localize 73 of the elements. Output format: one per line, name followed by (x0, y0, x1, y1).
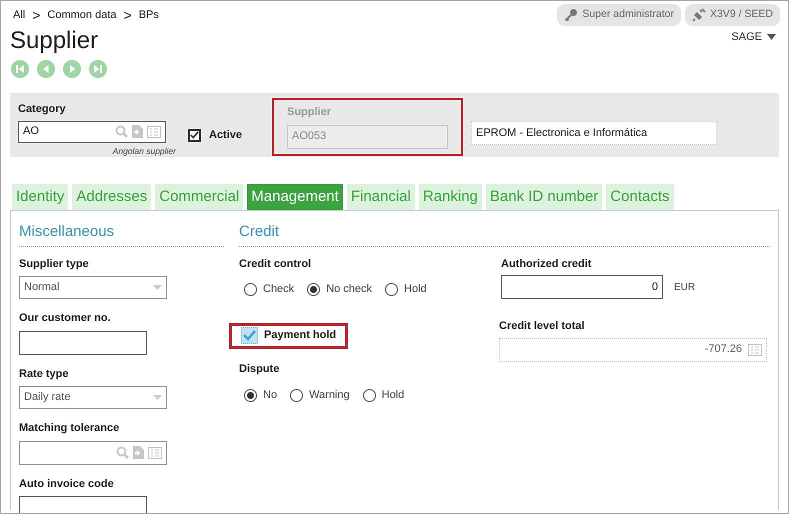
select-field[interactable]: Daily rate (19, 386, 167, 409)
document-arrow-icon[interactable] (133, 446, 144, 459)
user-badge[interactable]: Super administrator (557, 4, 681, 26)
key-icon (564, 8, 578, 22)
checkbox-label: Payment hold (264, 328, 336, 344)
tab[interactable]: Financial (346, 184, 415, 210)
first-record-icon[interactable] (11, 60, 29, 78)
search-icon[interactable] (115, 125, 128, 138)
checkbox-label: Active (209, 128, 242, 143)
field-label: Supplier type (19, 256, 90, 272)
radio-label: Check (263, 282, 294, 297)
field-label: Matching tolerance (19, 421, 120, 436)
readonly-field: -707.26 (499, 338, 767, 362)
radio-button[interactable] (244, 282, 257, 296)
section-title: Credit (239, 221, 770, 246)
tab[interactable]: Management (247, 184, 343, 210)
currency-label: EUR (674, 280, 696, 294)
list-icon[interactable] (148, 446, 162, 458)
select-field[interactable]: Normal (19, 276, 167, 299)
tab[interactable]: Bank ID number (486, 184, 602, 210)
field-label: Category (18, 102, 67, 117)
breadcrumb-separator: > (124, 8, 132, 22)
radio-label: No check (326, 282, 372, 297)
field-label: Credit level total (499, 319, 586, 334)
tab[interactable]: Contacts (606, 184, 674, 210)
document-arrow-icon[interactable] (132, 125, 143, 138)
company-menu[interactable]: SAGE (731, 29, 776, 46)
breadcrumb-link[interactable]: All (13, 7, 26, 24)
field-label: Supplier (287, 105, 332, 120)
caret-icon (767, 34, 776, 40)
radio-label: No (263, 388, 278, 403)
field-label: Credit control (239, 256, 312, 272)
last-record-icon[interactable] (89, 60, 107, 78)
field-label: Dispute (239, 362, 280, 376)
input-field[interactable] (19, 330, 147, 354)
user-badge[interactable]: X3V9 / SEED (684, 4, 780, 26)
search-icon[interactable] (116, 446, 129, 459)
radio-button[interactable] (307, 282, 320, 296)
plug-icon (692, 8, 706, 22)
breadcrumb-separator: > (32, 8, 40, 22)
tab[interactable]: Identity (12, 184, 68, 210)
tab[interactable]: Commercial (155, 184, 244, 210)
field-label: Rate type (19, 366, 70, 382)
dropdown-arrow-icon (153, 285, 162, 290)
previous-icon[interactable] (37, 60, 55, 78)
field-label: Authorized credit (501, 256, 592, 272)
radio-label: Warning (309, 388, 350, 403)
radio-button[interactable] (362, 388, 376, 402)
breadcrumb-link[interactable]: Common data (47, 7, 117, 24)
list-icon[interactable] (748, 344, 762, 356)
radio-label: Hold (404, 282, 427, 297)
tab[interactable]: Addresses (72, 184, 152, 210)
breadcrumb-link[interactable]: BPs (138, 7, 159, 24)
radio-button[interactable] (290, 388, 304, 402)
radio-button[interactable] (244, 388, 257, 402)
checkbox[interactable] (241, 327, 258, 344)
input-field[interactable] (19, 496, 147, 513)
next-icon[interactable] (63, 60, 81, 78)
input-field[interactable]: 0 (501, 275, 663, 299)
dropdown-arrow-icon (153, 395, 162, 400)
input-field[interactable]: AO (18, 120, 166, 142)
checkbox[interactable] (188, 128, 201, 142)
radio-button[interactable] (385, 282, 398, 296)
field-label: Our customer no. (19, 311, 112, 326)
list-icon[interactable] (147, 126, 161, 138)
field-label: Auto invoice code (19, 476, 115, 492)
input-field[interactable] (19, 440, 167, 464)
field-hint: Angolan supplier (112, 144, 176, 158)
description-field: EPROM - Electronica e Informática (471, 121, 717, 145)
tab[interactable]: Ranking (418, 184, 482, 210)
page-title: Supplier (10, 26, 100, 56)
radio-label: Hold (382, 388, 404, 403)
section-title: Miscellaneous (19, 221, 224, 246)
